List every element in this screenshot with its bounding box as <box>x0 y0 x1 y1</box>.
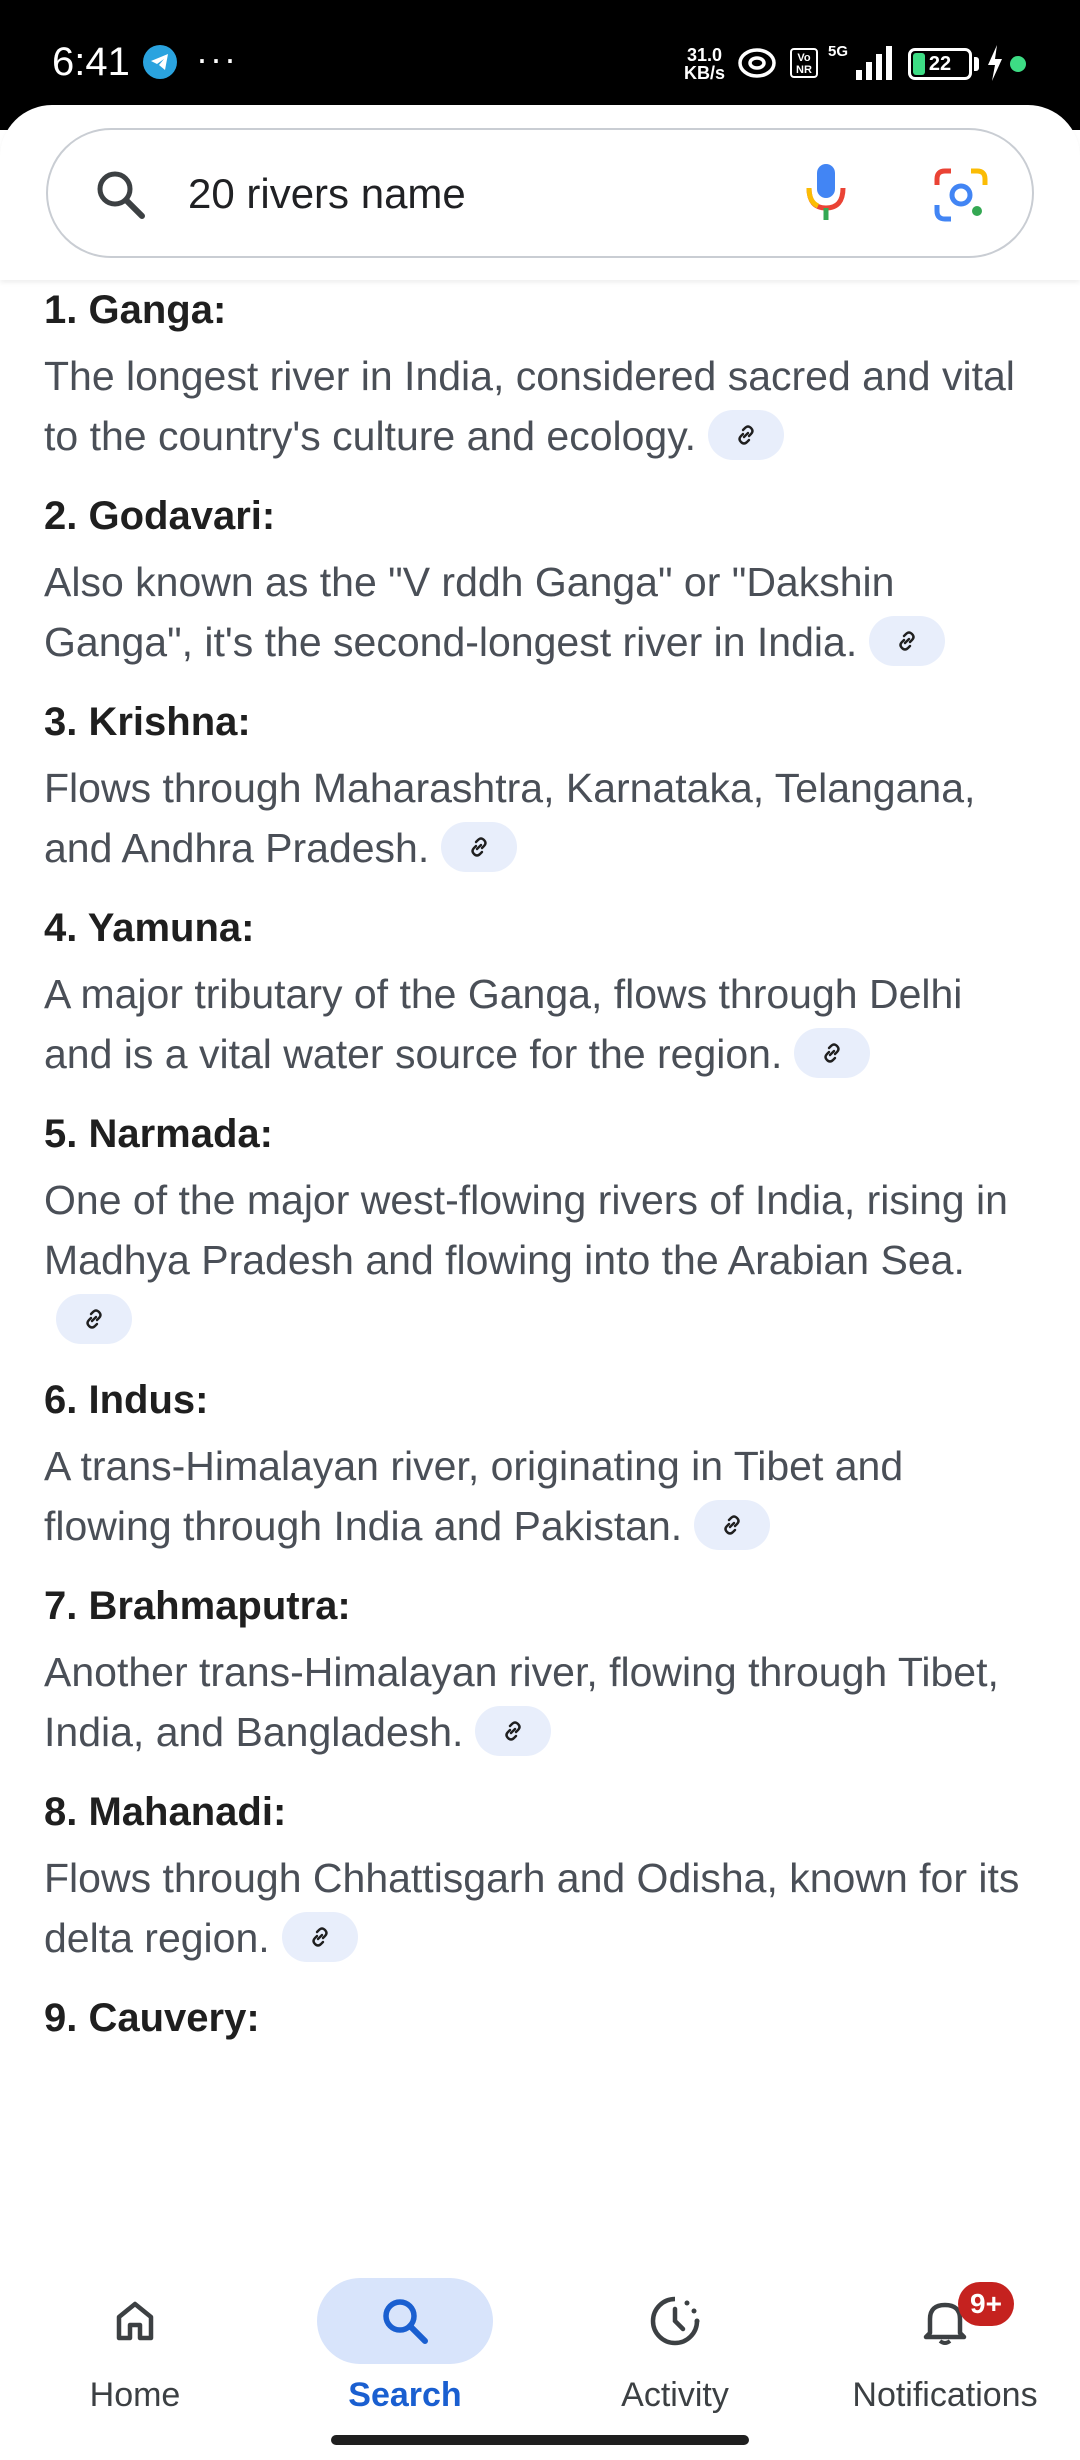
status-time: 6:41 <box>52 40 130 84</box>
link-icon <box>824 1043 841 1063</box>
charging-icon <box>988 45 1002 81</box>
river-title: 8. Mahanadi: <box>44 1790 287 1834</box>
river-title: 4. Yamuna: <box>44 906 255 950</box>
results-content[interactable]: 1. Ganga: The longest river in India, co… <box>0 280 1080 2260</box>
google-lens-icon[interactable] <box>933 167 989 223</box>
privacy-indicator-dot <box>1010 56 1026 72</box>
river-item: 6. Indus: A trans-Himalayan river, origi… <box>0 1370 1080 1556</box>
source-link-button[interactable] <box>869 616 946 667</box>
nav-activity[interactable]: Activity <box>540 2262 810 2460</box>
river-title: 2. Godavari: <box>44 494 276 538</box>
link-icon <box>738 425 754 445</box>
river-description: A trans-Himalayan river, originating in … <box>44 1443 904 1551</box>
hotspot-icon <box>738 48 776 78</box>
river-item: 7. Brahmaputra: Another trans-Himalayan … <box>0 1576 1080 1762</box>
telegram-icon <box>143 45 177 79</box>
search-bar[interactable]: 20 rivers name <box>46 128 1034 258</box>
nav-activity-label: Activity <box>621 2376 729 2414</box>
river-item: 2. Godavari: Also known as the "V rddh G… <box>0 486 1080 672</box>
river-description: The longest river in India, considered s… <box>44 353 1015 461</box>
river-item: 9. Cauvery: <box>0 1988 1080 2048</box>
search-icon <box>383 2299 428 2344</box>
nav-search-label: Search <box>348 2376 462 2414</box>
search-input[interactable]: 20 rivers name <box>188 170 466 218</box>
river-item: 4. Yamuna: A major tributary of the Gang… <box>0 898 1080 1084</box>
gesture-navigation-bar[interactable] <box>331 2435 749 2445</box>
source-link-button[interactable] <box>475 1706 552 1757</box>
river-description: One of the major west-flowing rivers of … <box>44 1170 1040 1350</box>
river-title: 7. Brahmaputra: <box>44 1584 351 1628</box>
source-link-button[interactable] <box>794 1028 871 1079</box>
link-icon <box>471 837 487 857</box>
river-item: 1. Ganga: The longest river in India, co… <box>0 280 1080 466</box>
more-notifications-icon: ··· <box>196 38 238 79</box>
source-link-button[interactable] <box>694 1500 771 1551</box>
source-link-button[interactable] <box>281 1912 358 1963</box>
notifications-badge: 9+ <box>958 2282 1014 2326</box>
source-link-button[interactable] <box>708 410 785 461</box>
battery-icon: 22 <box>908 48 972 80</box>
source-link-button[interactable] <box>441 822 518 873</box>
bottom-navigation: Home Search Activity 9+ Notifications <box>0 2262 1080 2460</box>
link-icon <box>311 1927 328 1947</box>
volte-icon: Vo NR <box>790 48 818 78</box>
nav-notifications[interactable]: 9+ Notifications <box>810 2262 1080 2460</box>
battery-level: 22 <box>928 53 952 75</box>
river-item: 5. Narmada: One of the major west-flowin… <box>0 1104 1080 1350</box>
link-icon <box>86 1309 102 1329</box>
search-header: 20 rivers name <box>0 105 1080 280</box>
river-description: Another trans-Himalayan river, flowing t… <box>44 1649 999 1757</box>
river-description: Flows through Maharashtra, Karnataka, Te… <box>44 765 976 873</box>
search-icon <box>97 171 145 219</box>
home-icon <box>116 2301 154 2341</box>
battery-tip <box>974 57 979 71</box>
link-icon <box>899 631 915 651</box>
river-title: 1. Ganga: <box>44 288 227 332</box>
river-title: 6. Indus: <box>44 1378 209 1422</box>
river-description: Flows through Chhattisgarh and Odisha, k… <box>44 1855 1020 1963</box>
river-title: 9. Cauvery: <box>44 1996 260 2040</box>
activity-history-icon <box>650 2296 700 2346</box>
river-description: Also known as the "V rddh Ganga" or "Dak… <box>44 552 1040 672</box>
river-description: A major tributary of the Ganga, flows th… <box>44 971 963 1079</box>
signal-icon: 5G <box>828 43 892 80</box>
link-icon <box>724 1515 740 1535</box>
link-icon <box>505 1721 522 1741</box>
river-item: 8. Mahanadi: Flows through Chhattisgarh … <box>0 1782 1080 1968</box>
river-title: 3. Krishna: <box>44 700 251 744</box>
network-speed: 31.0 KB/s <box>684 45 726 83</box>
svg-text:5G: 5G <box>828 43 848 60</box>
nav-search[interactable]: Search <box>270 2262 540 2460</box>
voice-search-mic-icon[interactable] <box>802 158 850 228</box>
river-title: 5. Narmada: <box>44 1112 273 1156</box>
source-link-button[interactable] <box>56 1294 132 1345</box>
nav-home-label: Home <box>89 2376 181 2414</box>
nav-home[interactable]: Home <box>0 2262 270 2460</box>
nav-notifications-label: Notifications <box>852 2376 1038 2414</box>
river-item: 3. Krishna: Flows through Maharashtra, K… <box>0 692 1080 878</box>
